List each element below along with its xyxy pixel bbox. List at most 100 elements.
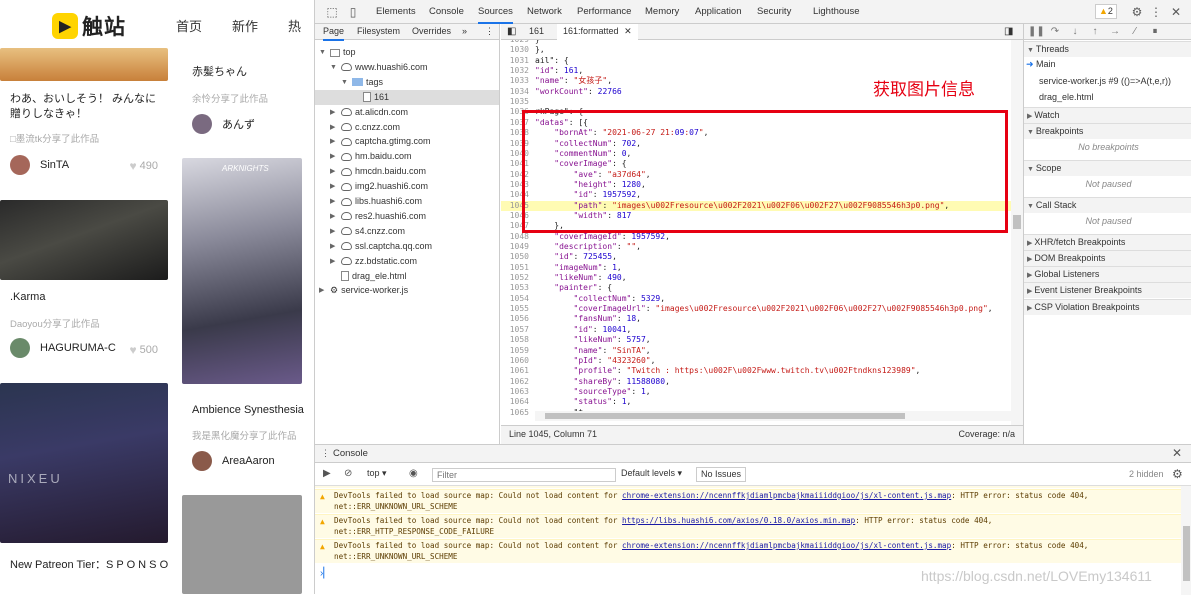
line-number[interactable]: 1052: [501, 273, 529, 283]
tree-item[interactable]: ▶ captcha.gtimg.com: [330, 134, 431, 149]
tree-item[interactable]: ▶ ssl.captcha.qq.com: [330, 239, 432, 254]
code-line[interactable]: 1040 "commentNum": 0,: [501, 149, 1011, 159]
code-line[interactable]: 1049 "description": "",: [501, 242, 1011, 252]
tree-item[interactable]: ▶ at.alicdn.com: [330, 105, 408, 120]
tree-item[interactable]: drag_ele.html: [330, 269, 407, 284]
scrollbar-thumb[interactable]: [545, 413, 905, 419]
more-icon[interactable]: ⋮: [485, 24, 494, 39]
code-line[interactable]: 1063 "sourceType": 1,: [501, 387, 1011, 397]
nav-hot[interactable]: 热: [288, 16, 301, 35]
site-logo[interactable]: ▶ 触站: [52, 11, 126, 41]
cursor-position[interactable]: Line 1045, Column 71: [509, 426, 597, 443]
console-warning[interactable]: ▲ DevTools failed to load source map: Cou…: [315, 514, 1181, 538]
line-number[interactable]: 1042: [501, 170, 529, 180]
thread-item[interactable]: drag_ele.html: [1039, 90, 1094, 105]
tab-network[interactable]: Network: [527, 0, 562, 24]
code-line[interactable]: 1039 "collectNum": 702,: [501, 139, 1011, 149]
section-breakpoints[interactable]: ▼ Breakpoints: [1024, 123, 1191, 140]
line-number[interactable]: 1064: [501, 397, 529, 407]
code-line[interactable]: 1053 "painter": {: [501, 283, 1011, 293]
line-number[interactable]: 1033: [501, 76, 529, 86]
triangle-right-icon[interactable]: ▶: [330, 224, 338, 239]
code-line[interactable]: 1064 "status": 1,: [501, 397, 1011, 407]
clear-console-icon[interactable]: ⊘: [344, 468, 352, 479]
code-line[interactable]: 1036 rkPage": {: [501, 107, 1011, 117]
triangle-right-icon[interactable]: ▶: [330, 254, 338, 269]
eye-icon[interactable]: ◉: [409, 468, 418, 479]
code-line[interactable]: 1042 "ave": "a37d64",: [501, 170, 1011, 180]
warning-badge[interactable]: ▲2: [1095, 4, 1117, 19]
tab-lighthouse[interactable]: Lighthouse: [813, 0, 859, 24]
line-number[interactable]: 1044: [501, 190, 529, 200]
close-icon[interactable]: ✕: [1168, 4, 1184, 20]
device-toolbar-icon[interactable]: ▯: [345, 4, 361, 20]
artwork-image[interactable]: [182, 495, 302, 594]
sidebar-toggle-icon[interactable]: ▶: [323, 468, 331, 479]
line-number[interactable]: 1038: [501, 128, 529, 138]
context-select[interactable]: top ▾: [367, 468, 387, 479]
editor-tab-161[interactable]: 161: [529, 24, 544, 40]
tree-item[interactable]: ▶ c.cnzz.com: [330, 120, 400, 135]
tree-item[interactable]: ▶ libs.huashi6.com: [330, 194, 422, 209]
triangle-right-icon[interactable]: ▶: [330, 105, 338, 120]
line-number[interactable]: 1037: [501, 118, 529, 128]
artwork-title[interactable]: .Karma: [10, 290, 45, 305]
close-icon[interactable]: ✕: [1172, 446, 1182, 460]
tab-page[interactable]: Page: [323, 24, 345, 41]
section-watch[interactable]: ▶ Watch: [1024, 106, 1191, 123]
code-line[interactable]: 1055 "coverImageUrl": "images\u002Fresou…: [501, 304, 1011, 314]
line-number[interactable]: 1047: [501, 221, 529, 231]
code-line[interactable]: 1038 "bornAt": "2021-06-27 21:09:07",: [501, 128, 1011, 138]
artwork-title[interactable]: Ambience Synesthesia: [192, 403, 304, 418]
artwork-arknights-image[interactable]: ARKNIGHTS: [182, 158, 302, 384]
gear-icon[interactable]: ⚙: [1172, 467, 1183, 481]
artwork-title[interactable]: 赤髪ちゃん: [192, 65, 247, 80]
code-line[interactable]: 1051 "imageNum": 1,: [501, 263, 1011, 273]
tree-item[interactable]: ▶ img2.huashi6.com: [330, 179, 428, 194]
line-number[interactable]: 1045: [501, 201, 529, 211]
triangle-right-icon[interactable]: ▶: [330, 179, 338, 194]
code-line[interactable]: 1047 },: [501, 221, 1011, 231]
tree-item[interactable]: 161: [315, 89, 499, 105]
tab-filesystem[interactable]: Filesystem: [357, 24, 400, 39]
code-line[interactable]: 1031 ail": {: [501, 56, 1011, 66]
triangle-right-icon[interactable]: ▶: [330, 164, 338, 179]
section-threads[interactable]: ▼ Threads: [1024, 41, 1191, 57]
artwork-nixeu-image[interactable]: NIXEU: [0, 383, 168, 543]
code-line[interactable]: 1058 "likeNum": 5757,: [501, 335, 1011, 345]
code-line[interactable]: 1045 "path": "images\u002Fresource\u002F…: [501, 200, 1011, 211]
code-line[interactable]: 1041 "coverImage": {: [501, 159, 1011, 169]
line-number[interactable]: 1055: [501, 304, 529, 314]
line-number[interactable]: 1046: [501, 211, 529, 221]
section-xhr-fetch-breakpoints[interactable]: ▶ XHR/fetch Breakpoints: [1024, 233, 1191, 250]
editor-vertical-scrollbar[interactable]: [1011, 40, 1023, 425]
line-number[interactable]: 1065: [501, 408, 529, 418]
section-global-listeners[interactable]: ▶ Global Listeners: [1024, 266, 1191, 283]
artwork-title[interactable]: New Patreon Tier：S P O N S O R: [10, 558, 170, 573]
source-link[interactable]: https://libs.huashi6.com/axios/0.18.0/ax…: [622, 516, 855, 525]
code-line[interactable]: 1060 "pId": "4323260",: [501, 356, 1011, 366]
tab-security[interactable]: Security: [757, 0, 791, 24]
code-line[interactable]: 1044 "id": 1957592,: [501, 190, 1011, 200]
step-over-icon[interactable]: ↷: [1048, 24, 1062, 40]
deactivate-breakpoints-icon[interactable]: ⁄: [1128, 24, 1142, 40]
editor-horizontal-scrollbar[interactable]: [535, 411, 1011, 421]
artwork-author[interactable]: HAGURUMA-C: [10, 338, 116, 358]
toggle-debugger-icon[interactable]: ◨: [1004, 24, 1013, 40]
tab-overrides[interactable]: Overrides: [412, 24, 451, 39]
tab-memory[interactable]: Memory: [645, 0, 679, 24]
tree-item[interactable]: ▶ hm.baidu.com: [330, 149, 412, 164]
scrollbar-thumb[interactable]: [1013, 215, 1021, 229]
line-number[interactable]: 1043: [501, 180, 529, 190]
console-warning[interactable]: ▲ DevTools failed to load source map: Cou…: [315, 539, 1181, 563]
tab-performance[interactable]: Performance: [577, 0, 631, 24]
code-line[interactable]: 1037 "datas": [{: [501, 118, 1011, 128]
tree-item[interactable]: ▼ www.huashi6.com: [330, 60, 428, 75]
thread-item[interactable]: service-worker.js #9 (()=>A(t,e,r)): [1039, 74, 1171, 89]
log-levels-select[interactable]: Default levels ▾: [621, 468, 682, 479]
scrollbar-thumb[interactable]: [1183, 526, 1190, 581]
line-number[interactable]: 1039: [501, 139, 529, 149]
tab-elements[interactable]: Elements: [376, 0, 416, 24]
more-icon[interactable]: ⋮: [1148, 4, 1164, 20]
line-number[interactable]: 1049: [501, 242, 529, 252]
